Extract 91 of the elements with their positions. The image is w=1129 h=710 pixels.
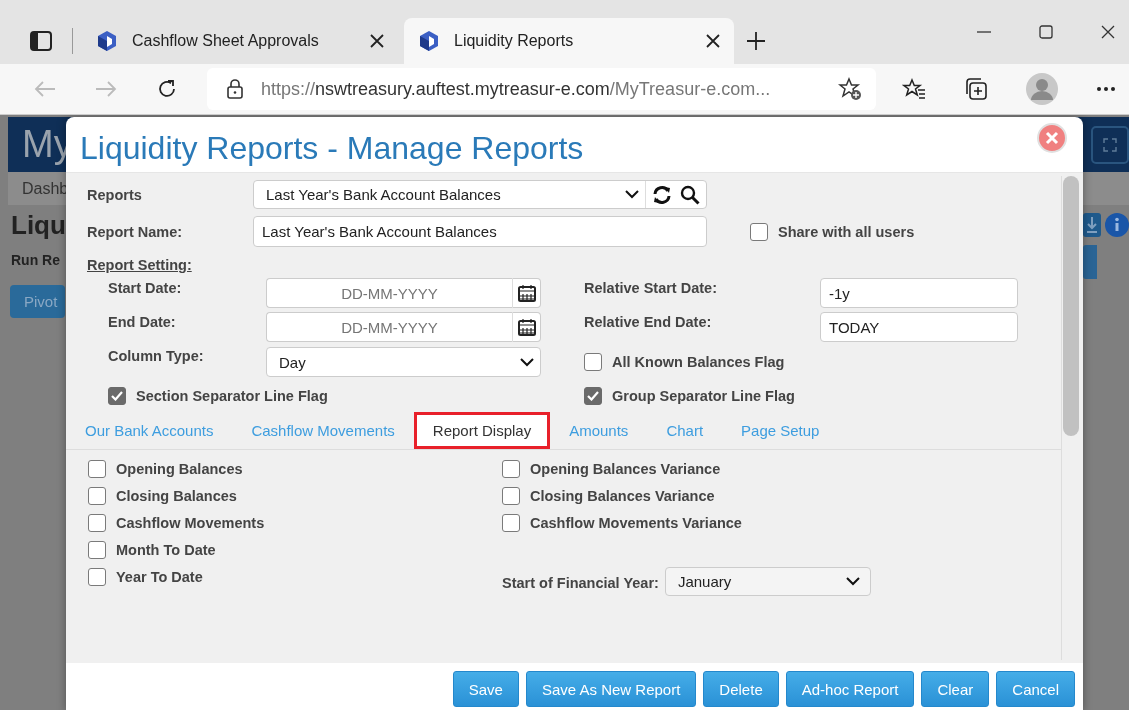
field-label: Report Name: (87, 223, 184, 240)
date-field[interactable]: DD-MM-YYYY (266, 312, 513, 342)
date-field[interactable]: DD-MM-YYYY (266, 278, 513, 308)
address-bar[interactable]: https://nswtreasury.auftest.mytreasur-e.com/MyTreasur-e.com... (207, 68, 876, 110)
run-label: Run Re (10, 251, 60, 268)
checkbox[interactable] (88, 567, 106, 586)
scrollbar[interactable] (1061, 176, 1080, 660)
calendar-button[interactable] (513, 312, 541, 342)
check-icon (587, 391, 599, 401)
url-text: https://nswtreasury.auftest.mytreasur-e.com/MyTreasur-e.com... (261, 78, 772, 100)
checkbox-label: All Known Balances Flag (612, 354, 785, 370)
field-label: Reports (87, 186, 143, 203)
tab[interactable]: Chart (647, 412, 723, 449)
download-icon[interactable] (1083, 213, 1101, 237)
refresh-icon[interactable] (156, 78, 178, 100)
avatar-icon[interactable] (1026, 73, 1058, 105)
checkbox-label: Cashflow Movements Variance (530, 514, 742, 531)
checkbox-label: Section Separator Line Flag (136, 388, 328, 404)
sidebar-icon[interactable] (30, 31, 52, 51)
field-label: Column Type: (108, 347, 205, 364)
calendar-icon (517, 318, 536, 336)
nav-item[interactable]: Dashb (8, 179, 69, 198)
star-plus-icon[interactable] (838, 77, 862, 101)
text-field[interactable]: TODAY (820, 312, 1018, 342)
close-icon[interactable] (1101, 25, 1115, 39)
checkbox-label: Opening Balances Variance (530, 460, 721, 477)
dialog-button[interactable]: Ad-hoc Report (785, 671, 915, 707)
tab[interactable]: Page Setup (722, 412, 839, 449)
report-name-field[interactable]: Last Year's Bank Account Balances (253, 216, 707, 247)
checkbox-label: Closing Balances Variance (530, 487, 715, 504)
plus-icon[interactable] (746, 31, 766, 51)
text-field[interactable]: -1y (820, 278, 1018, 308)
check-icon (111, 391, 123, 401)
cube-icon (418, 30, 440, 52)
favorites-icon[interactable] (902, 78, 926, 100)
checkbox[interactable] (88, 513, 106, 532)
checkbox[interactable] (584, 387, 602, 405)
checkbox[interactable] (502, 513, 520, 532)
checkbox[interactable] (88, 486, 106, 505)
checkbox-label: Month To Date (116, 541, 216, 558)
browser-tab[interactable]: Cashflow Sheet Approvals (82, 18, 398, 64)
close-icon[interactable] (706, 34, 720, 48)
field-label: Start of Financial Year: (502, 574, 659, 591)
expand-button[interactable] (1091, 125, 1129, 164)
section-title: Report Setting: (87, 257, 192, 273)
expand-icon (1103, 137, 1117, 152)
chevron-down-icon (845, 577, 860, 586)
checkbox-label: Closing Balances (116, 487, 237, 504)
field-label: End Date: (108, 313, 177, 330)
tab[interactable]: Report Display (413, 412, 551, 449)
field-label: Relative End Date: (584, 313, 713, 330)
select-value: Day (279, 353, 306, 371)
checkbox[interactable] (750, 222, 768, 241)
tab[interactable]: Cashflow Movements (232, 412, 414, 449)
chevron-down-icon (520, 357, 534, 367)
checkbox[interactable] (108, 387, 126, 405)
page-heading: Liqu (10, 209, 66, 241)
collections-icon[interactable] (964, 77, 988, 101)
dialog-button[interactable]: Save (452, 671, 519, 707)
field-label: Relative Start Date: (584, 279, 718, 296)
calendar-button[interactable] (513, 278, 541, 308)
checkbox-label: Year To Date (116, 568, 203, 585)
tab[interactable]: Our Bank Accounts (66, 412, 233, 449)
more-icon[interactable] (1096, 86, 1116, 92)
financial-year-select[interactable]: January (664, 567, 871, 596)
checkbox[interactable] (88, 459, 106, 478)
dialog-button[interactable]: Delete (703, 671, 779, 707)
field-label: Start Date: (108, 279, 183, 296)
checkbox-label: Opening Balances (116, 460, 243, 477)
lock-icon (227, 79, 243, 99)
checkbox[interactable] (502, 486, 520, 505)
browser-tab[interactable]: Liquidity Reports (404, 18, 734, 64)
column-type-select[interactable]: Day (266, 347, 541, 377)
close-icon[interactable] (370, 34, 384, 48)
select-value: January (677, 573, 732, 590)
dialog-button[interactable]: Cancel (996, 671, 1075, 707)
calendar-icon (517, 284, 536, 302)
checkbox[interactable] (584, 353, 602, 371)
checkbox[interactable] (502, 459, 520, 478)
dialog-title: Liquidity Reports - Manage Reports (80, 129, 584, 167)
dialog-button[interactable]: Save As New Report (525, 671, 697, 707)
checkbox[interactable] (88, 540, 106, 559)
pivot-button[interactable]: Pivot (10, 285, 66, 318)
dialog-button[interactable]: Clear (921, 671, 990, 707)
tab[interactable]: Amounts (550, 412, 648, 449)
checkbox-label: Share with all users (778, 223, 915, 240)
maximize-icon[interactable] (1039, 25, 1053, 39)
checkbox-label: Cashflow Movements (116, 514, 265, 531)
checkbox-label: Group Separator Line Flag (612, 388, 795, 404)
info-icon[interactable] (1105, 213, 1129, 237)
cube-icon (96, 30, 118, 52)
